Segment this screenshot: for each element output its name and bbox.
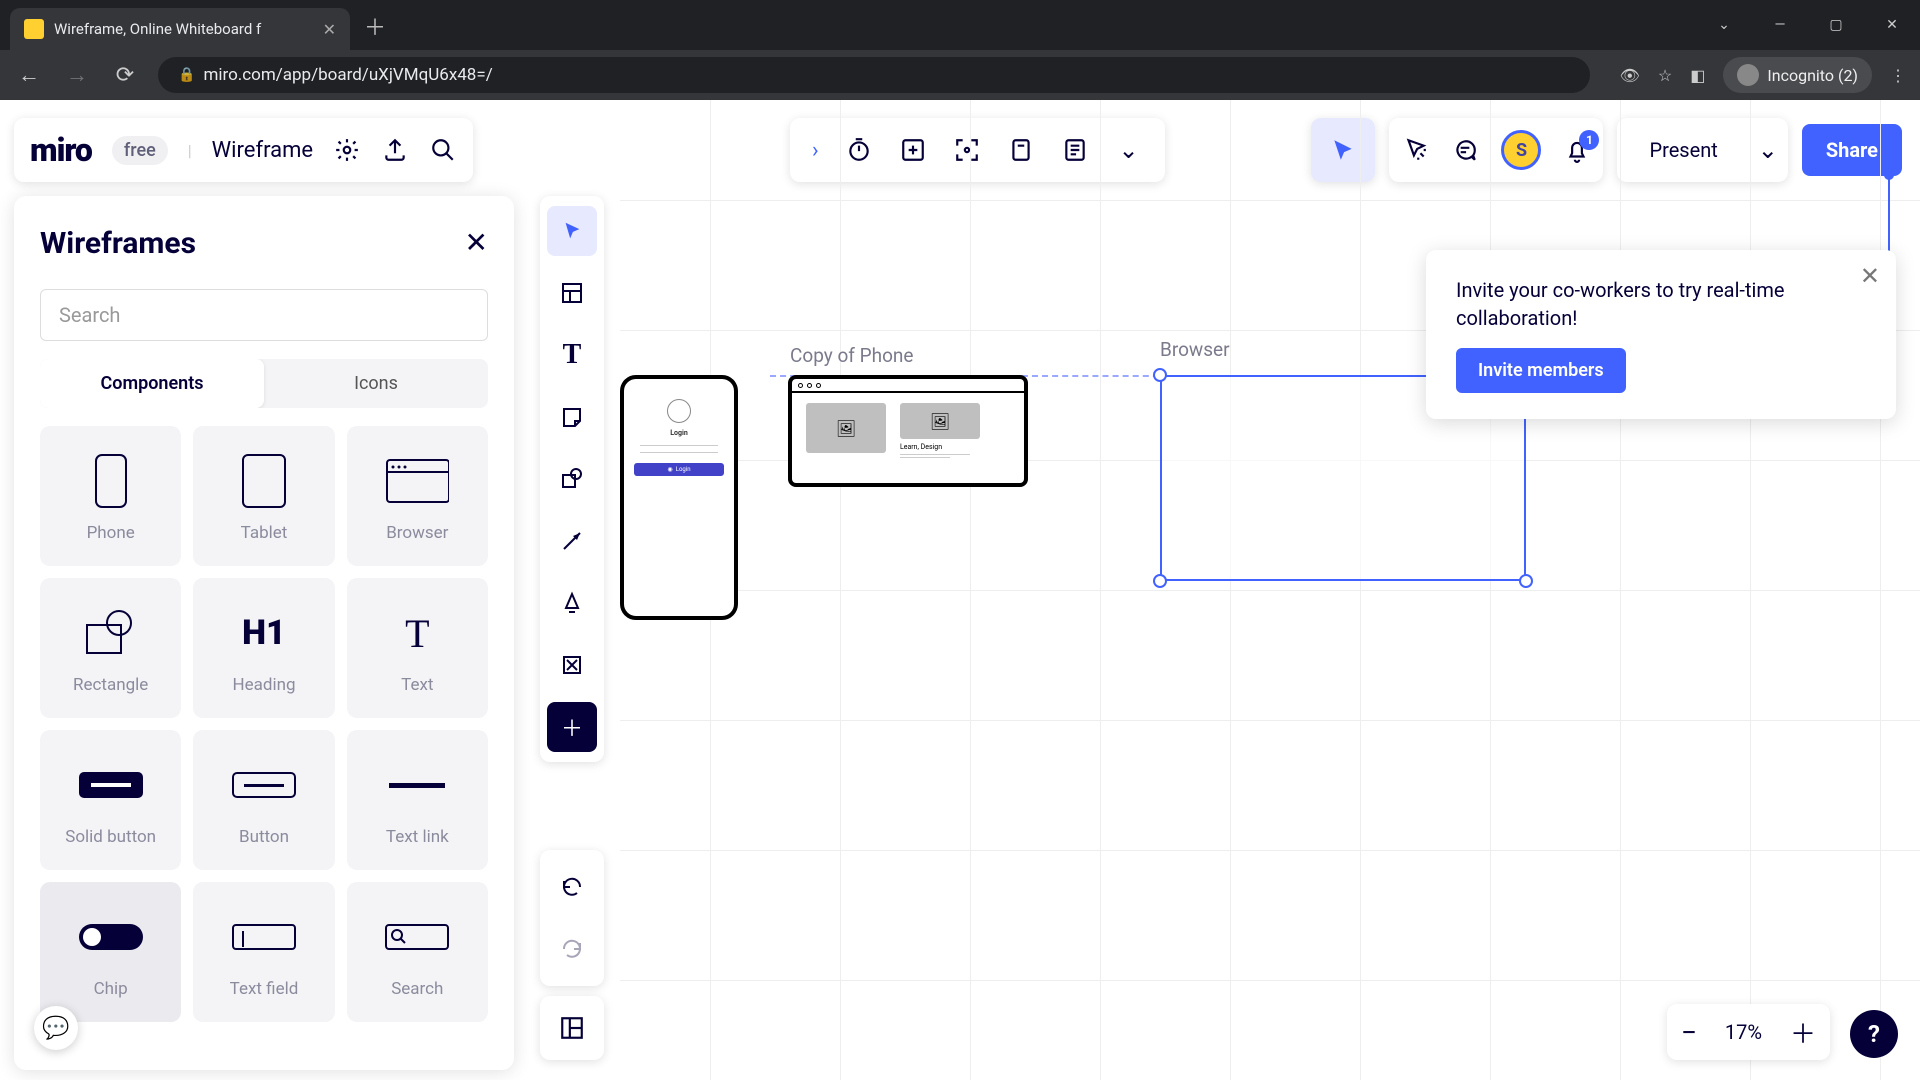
tool-select[interactable] [547,206,597,256]
window-minimize-icon[interactable]: ― [1752,17,1808,33]
panel-icon[interactable]: ◧ [1690,66,1705,85]
panel-search-input[interactable]: Search [40,289,488,341]
undo-icon[interactable] [547,862,597,912]
tool-text[interactable]: T [547,330,597,380]
comp-search[interactable]: Search [347,882,488,1022]
canvas-browser-copy[interactable]: 🖼 🖼 Learn, Design [788,375,1028,487]
browser-tab[interactable]: Wireframe, Online Whiteboard f ✕ [10,8,350,50]
canvas[interactable]: Login ◉Login Copy of Phone 🖼 🖼 Learn, De… [620,100,1920,1080]
star-icon[interactable]: ☆ [1658,66,1672,85]
zoom-out-icon[interactable]: − [1681,1016,1697,1049]
tool-templates[interactable] [547,268,597,318]
eye-off-icon[interactable]: 👁 [1620,66,1640,85]
comp-phone[interactable]: Phone [40,426,181,566]
tab-favicon [24,19,44,39]
invite-text: Invite your co-workers to try real-time … [1456,276,1866,332]
help-icon[interactable]: ? [1850,1010,1898,1058]
kebab-menu-icon[interactable]: ⋮ [1890,66,1906,85]
url-text: miro.com/app/board/uXjVMqU6x48=/ [203,65,492,85]
panel-close-icon[interactable]: ✕ [465,226,488,259]
comp-chip[interactable]: Chip [40,882,181,1022]
resize-handle-nw[interactable] [1153,368,1167,382]
tab-icons[interactable]: Icons [264,359,488,408]
new-tab-button[interactable]: ＋ [350,10,400,50]
wireframes-panel: Wireframes ✕ Search Components Icons Pho… [14,196,514,1070]
window-titlebar: Wireframe, Online Whiteboard f ✕ ＋ ⌄ ― ▢… [0,0,1920,50]
nav-forward-icon[interactable]: → [62,62,92,88]
resize-handle-sw[interactable] [1153,574,1167,588]
tool-rail: T ＋ [540,196,604,762]
zoom-controls: − 17% ＋ [1667,1004,1830,1060]
comp-rectangle[interactable]: Rectangle [40,578,181,718]
tool-connector[interactable] [547,516,597,566]
tabs-dropdown-icon[interactable]: ⌄ [1696,17,1752,33]
history-rail [540,850,604,986]
card-caption: Learn, Design [900,443,980,451]
tool-sticky-note[interactable] [547,392,597,442]
redo-icon[interactable] [547,924,597,974]
zoom-in-icon[interactable]: ＋ [1790,1014,1816,1051]
board-header-left: miro free | Wireframe [14,118,473,182]
incognito-label: Incognito (2) [1767,66,1858,85]
comp-solid-button[interactable]: Solid button [40,730,181,870]
nav-reload-icon[interactable]: ⟳ [110,63,140,88]
lock-icon: 🔒 [178,67,195,83]
zoom-value[interactable]: 17% [1725,1020,1762,1044]
tool-shape[interactable] [547,454,597,504]
resize-handle-se[interactable] [1519,574,1533,588]
browser-dots [792,379,1024,393]
browser-addrbar: ← → ⟳ 🔒 miro.com/app/board/uXjVMqU6x48=/… [0,50,1920,100]
frame-label-browser[interactable]: Browser [1160,338,1230,361]
comp-heading[interactable]: H1Heading [193,578,334,718]
invite-members-button[interactable]: Invite members [1456,348,1626,393]
settings-icon[interactable] [333,136,361,164]
incognito-indicator[interactable]: Incognito (2) [1723,57,1872,93]
tab-title: Wireframe, Online Whiteboard f [54,20,313,38]
window-close-icon[interactable]: ✕ [1864,17,1920,33]
export-icon[interactable] [381,136,409,164]
tool-frame[interactable] [547,640,597,690]
miro-logo[interactable]: miro [30,131,92,169]
frame-label-copy[interactable]: Copy of Phone [790,344,913,367]
comp-text[interactable]: TText [347,578,488,718]
canvas-phone-frame[interactable]: Login ◉Login [620,375,738,620]
plan-badge[interactable]: free [112,136,168,165]
comp-tablet[interactable]: Tablet [193,426,334,566]
board-name[interactable]: Wireframe [212,138,313,163]
nav-back-icon[interactable]: ← [14,62,44,88]
address-bar[interactable]: 🔒 miro.com/app/board/uXjVMqU6x48=/ [158,57,1590,93]
comp-button[interactable]: Button [193,730,334,870]
tab-components[interactable]: Components [40,359,264,408]
phone-title: Login [634,429,724,437]
incognito-icon [1737,64,1759,86]
invite-popup: ✕ Invite your co-workers to try real-tim… [1426,250,1896,419]
comp-browser[interactable]: Browser [347,426,488,566]
tab-close-icon[interactable]: ✕ [323,20,336,39]
comp-text-field[interactable]: Text field [193,882,334,1022]
panel-title: Wireframes [40,226,488,261]
frames-panel-icon[interactable] [540,996,604,1060]
presence-cursor-dot [1884,170,1894,180]
tool-pen[interactable] [547,578,597,628]
panel-tabs: Components Icons [40,359,488,408]
chat-icon[interactable]: 💬 [34,1006,78,1050]
search-icon[interactable] [429,136,457,164]
window-maximize-icon[interactable]: ▢ [1808,17,1864,33]
comp-text-link[interactable]: Text link [347,730,488,870]
tool-more[interactable]: ＋ [547,702,597,752]
popup-close-icon[interactable]: ✕ [1860,262,1880,290]
